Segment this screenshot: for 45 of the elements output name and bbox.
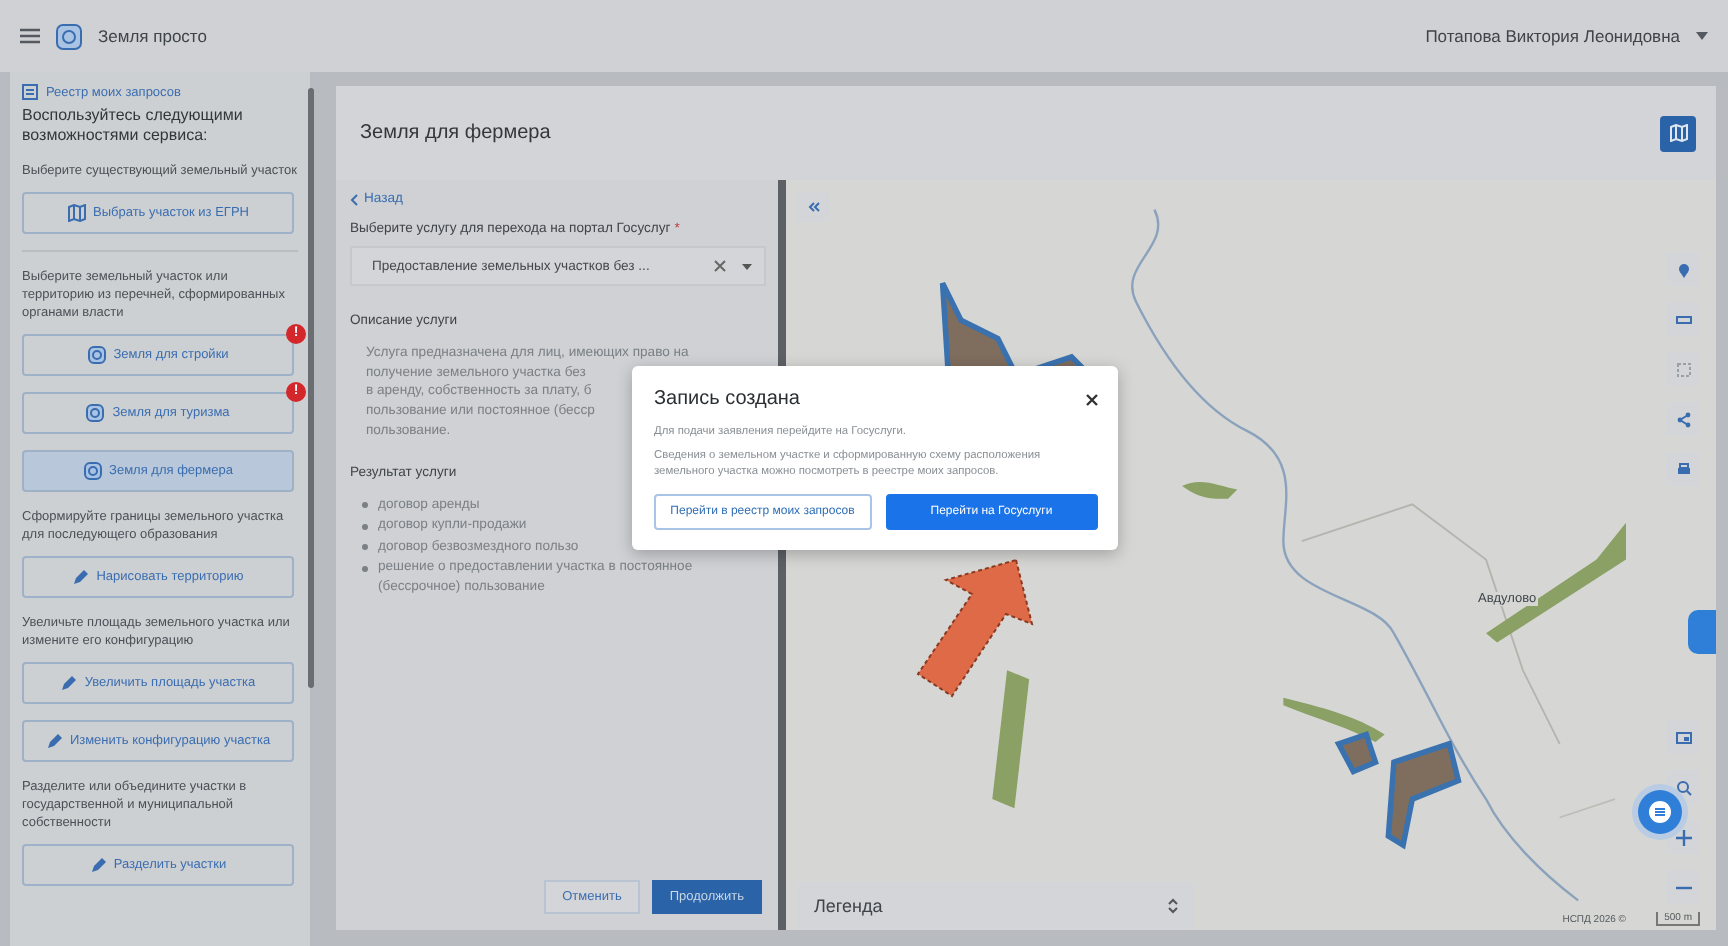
floating-tab[interactable] xyxy=(1688,610,1716,654)
vegetation-area xyxy=(1283,697,1385,742)
caret-icon[interactable] xyxy=(742,263,752,269)
layers-icon[interactable] xyxy=(1675,729,1691,745)
globe-icon xyxy=(87,346,106,364)
caret-icon[interactable] xyxy=(1696,32,1708,40)
legend-title: Легенда xyxy=(814,896,883,916)
pencil-icon xyxy=(72,569,89,585)
user-name[interactable]: Потапова Виктория Леонидовна xyxy=(1425,26,1680,46)
chat-button[interactable] xyxy=(1638,790,1682,834)
pencil-icon xyxy=(89,857,106,873)
vegetation-area xyxy=(992,670,1030,809)
list-icon xyxy=(22,84,38,100)
land-parcel xyxy=(1334,731,1379,775)
land-parcel xyxy=(1385,740,1462,850)
collapse-button[interactable] xyxy=(796,192,830,222)
map-toggle-button[interactable] xyxy=(1660,115,1696,151)
logo-icon xyxy=(56,23,82,49)
map-icon xyxy=(67,204,86,222)
print-icon[interactable] xyxy=(1675,461,1691,477)
chat-icon xyxy=(1648,800,1672,824)
double-chevron-left-icon xyxy=(807,202,819,212)
share-icon[interactable] xyxy=(1675,411,1691,427)
zoom-in-icon[interactable] xyxy=(1675,829,1691,845)
close-icon[interactable] xyxy=(1086,393,1098,405)
sidebar-heading: Воспользуйтесь следующими возможностями сервиса: xyxy=(22,106,245,146)
map-icon xyxy=(1669,124,1687,142)
app-title: Земля просто xyxy=(98,26,207,46)
chevron-left-icon[interactable] xyxy=(350,193,358,205)
dialog-title: Запись создана xyxy=(654,388,800,410)
pointer-arrow-drawing xyxy=(912,556,1036,700)
vegetation-area xyxy=(1182,481,1238,499)
page-title: Земля для фермера xyxy=(360,122,553,144)
pencil-icon xyxy=(45,733,62,749)
menu-icon[interactable] xyxy=(20,28,40,44)
globe-icon xyxy=(83,462,102,480)
expand-icon[interactable] xyxy=(1168,898,1178,914)
location-icon[interactable] xyxy=(1675,261,1691,277)
zoom-search-icon[interactable] xyxy=(1675,779,1691,795)
pencil-icon xyxy=(60,675,77,691)
road-line xyxy=(1558,798,1616,819)
legend-panel[interactable]: Легенда xyxy=(798,882,1194,930)
ruler-icon[interactable] xyxy=(1675,311,1691,327)
globe-icon xyxy=(86,404,105,422)
clear-icon[interactable] xyxy=(714,260,726,272)
